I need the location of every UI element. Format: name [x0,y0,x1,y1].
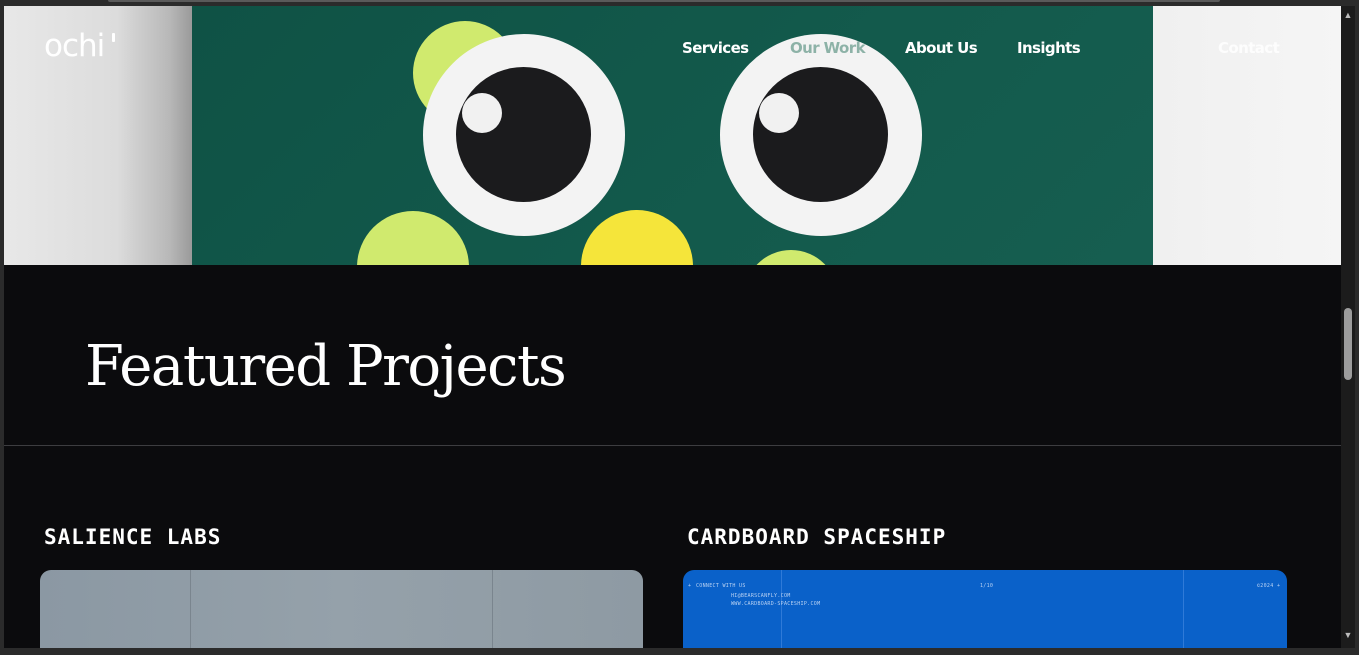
left-pupil [456,67,591,202]
plus-icon: + [688,583,692,589]
card-divider [781,570,782,648]
project-title-salience-labs[interactable]: SALIENCE LABS [44,525,221,549]
card-divider [190,570,191,648]
nav-about-us[interactable]: About Us [905,39,978,57]
project-card-cardboard-spaceship[interactable]: + CONNECT WITH US HI@BEARSCANFLY.COM WWW… [683,570,1287,648]
triangle-down-icon[interactable]: ▼ [1343,630,1353,640]
lime-circle-bottom-right [744,250,838,265]
card-connect-label: CONNECT WITH US [696,583,746,589]
page-viewport: ochi Services Our Work About Us Insights… [4,6,1341,648]
right-eye[interactable] [720,34,922,236]
project-card-salience-labs[interactable] [40,570,643,648]
card-divider [1183,570,1184,648]
project-title-cardboard-spaceship[interactable]: CARDBOARD SPACESHIP [687,525,946,549]
card-website: WWW.CARDBOARD-SPACESHIP.COM [731,601,821,607]
featured-projects-header: Featured Projects [4,265,1341,446]
triangle-up-icon[interactable]: ▲ [1343,10,1353,20]
card-divider [492,570,493,648]
card-email: HI@BEARSCANFLY.COM [731,593,791,599]
card-page-counter: 1/10 [980,583,994,589]
scrollbar-thumb[interactable] [1344,308,1352,380]
nav-insights[interactable]: Insights [1017,39,1081,57]
right-eye-glint [759,93,799,133]
plus-icon: + [1277,583,1281,589]
right-pupil [753,67,888,202]
left-eye[interactable] [423,34,625,236]
vertical-scrollbar[interactable]: ▲ ▼ [1341,6,1355,648]
window-bottom-frame [0,648,1359,655]
left-eye-glint [462,93,502,133]
hero-banner: ochi Services Our Work About Us Insights… [4,6,1341,265]
featured-projects-title: Featured Projects [85,334,567,399]
yellow-circle [581,210,693,265]
main-nav: Services Our Work About Us Insights Cont… [4,39,1341,59]
nav-services[interactable]: Services [682,39,749,57]
lime-circle-bottom-left [357,211,469,265]
card-year: ©2024 [1257,583,1274,589]
nav-contact[interactable]: Contact [1218,39,1280,57]
nav-our-work[interactable]: Our Work [790,39,866,57]
window-top-edge [108,0,1220,2]
